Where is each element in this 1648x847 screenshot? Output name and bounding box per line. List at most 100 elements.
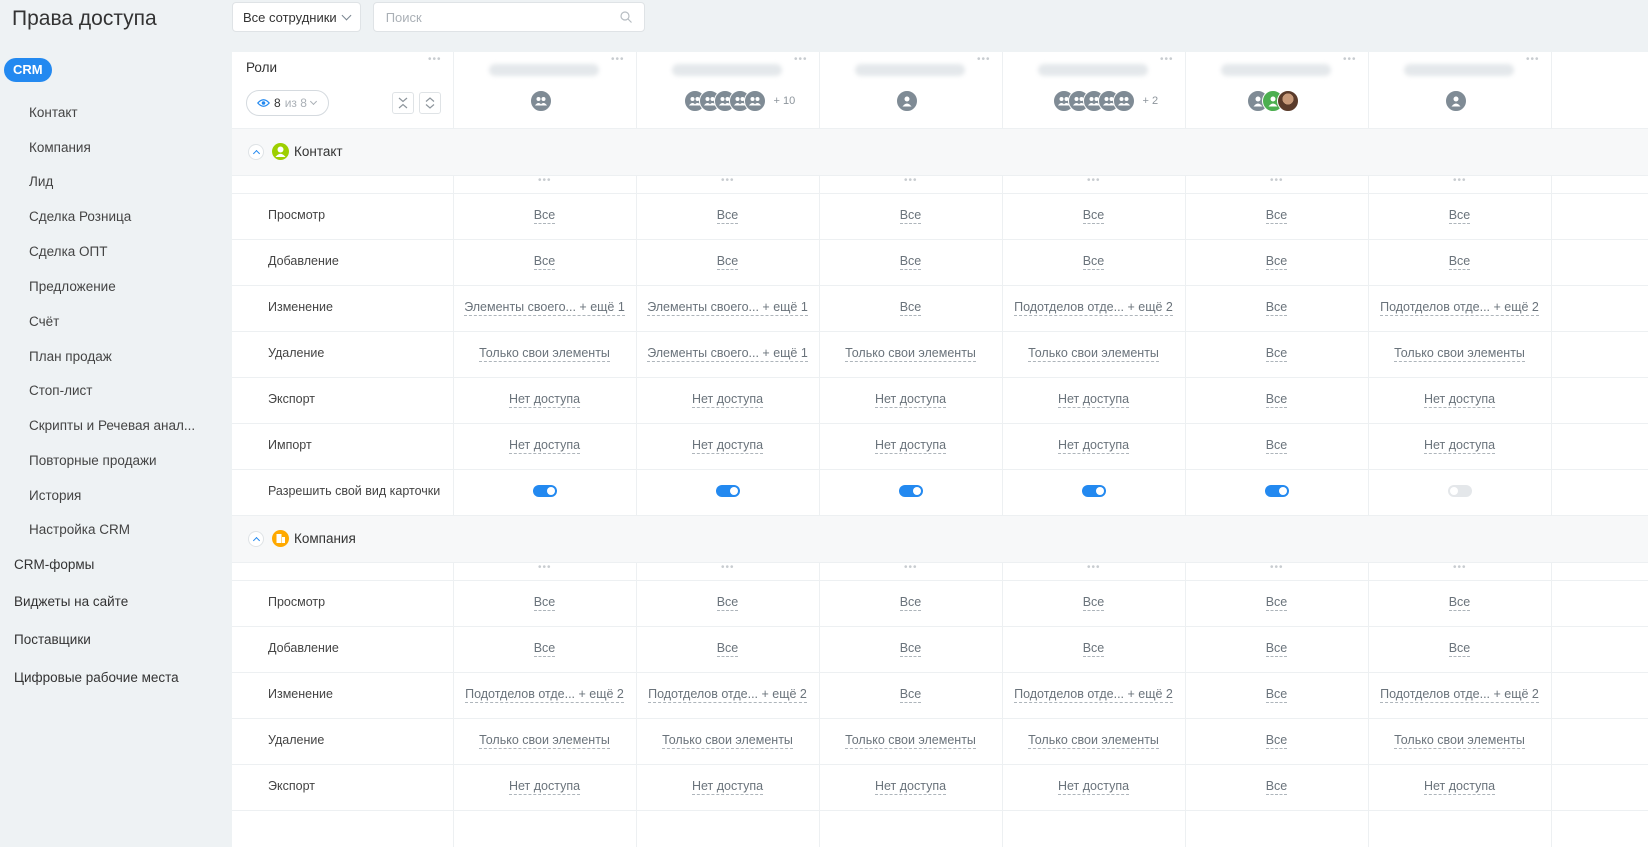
- permission-value-link[interactable]: Все: [1265, 254, 1288, 270]
- permission-value-link[interactable]: Все: [533, 641, 556, 657]
- more-icon[interactable]: •••: [977, 54, 991, 65]
- card-view-toggle[interactable]: [532, 485, 557, 497]
- permission-value-link[interactable]: Все: [899, 300, 922, 316]
- permission-value-link[interactable]: Все: [899, 641, 922, 657]
- employee-filter-dropdown[interactable]: Все сотрудники: [232, 2, 361, 32]
- more-icon[interactable]: •••: [1453, 175, 1467, 186]
- card-view-toggle[interactable]: [1447, 485, 1472, 497]
- more-icon[interactable]: •••: [1270, 175, 1284, 186]
- permission-value-link[interactable]: Только свои элементы: [1394, 733, 1525, 749]
- permission-value-link[interactable]: Все: [1082, 641, 1105, 657]
- permission-value-link[interactable]: Все: [1265, 346, 1288, 362]
- permission-value-link[interactable]: Все: [1265, 595, 1288, 611]
- role-members[interactable]: + 2: [1052, 90, 1158, 112]
- permission-value-link[interactable]: Только свои элементы: [479, 733, 610, 749]
- sidebar-item[interactable]: Счёт: [29, 314, 59, 329]
- permission-value-link[interactable]: Все: [716, 208, 739, 224]
- sidebar-top-item[interactable]: Поставщики: [14, 632, 91, 647]
- permission-value-link[interactable]: Все: [1265, 438, 1288, 454]
- permission-value-link[interactable]: Подотделов отде... + ещё 2: [1014, 687, 1173, 703]
- permission-value-link[interactable]: Подотделов отде... + ещё 2: [1380, 300, 1539, 316]
- role-name-blurred[interactable]: [1404, 64, 1514, 76]
- permission-value-link[interactable]: Все: [716, 595, 739, 611]
- sidebar-item[interactable]: Контакт: [29, 105, 78, 120]
- role-name-blurred[interactable]: [1038, 64, 1148, 76]
- more-icon[interactable]: •••: [904, 175, 918, 186]
- section-header[interactable]: Контакт: [232, 129, 1648, 176]
- more-icon[interactable]: •••: [721, 562, 735, 573]
- role-members[interactable]: [1246, 90, 1307, 112]
- permission-value-link[interactable]: Все: [716, 254, 739, 270]
- role-members[interactable]: [895, 90, 926, 112]
- more-icon[interactable]: •••: [538, 175, 552, 186]
- more-icon[interactable]: •••: [1087, 175, 1101, 186]
- permission-value-link[interactable]: Все: [533, 254, 556, 270]
- collapse-section-icon[interactable]: [248, 531, 264, 547]
- sidebar-item[interactable]: Сделка Розница: [29, 209, 131, 224]
- permission-value-link[interactable]: Подотделов отде... + ещё 2: [648, 687, 807, 703]
- permission-value-link[interactable]: Все: [1265, 779, 1288, 795]
- permission-value-link[interactable]: Нет доступа: [1057, 392, 1130, 408]
- permission-value-link[interactable]: Нет доступа: [874, 392, 947, 408]
- role-name-blurred[interactable]: [855, 64, 965, 76]
- sidebar-top-item[interactable]: Цифровые рабочие места: [14, 670, 179, 685]
- more-icon[interactable]: •••: [721, 175, 735, 186]
- collapse-section-icon[interactable]: [248, 144, 264, 160]
- sidebar-item[interactable]: Скрипты и Речевая анал...: [29, 418, 195, 433]
- permission-value-link[interactable]: Только свои элементы: [479, 346, 610, 362]
- card-view-toggle[interactable]: [898, 485, 923, 497]
- permission-value-link[interactable]: Все: [1265, 733, 1288, 749]
- permission-value-link[interactable]: Нет доступа: [874, 438, 947, 454]
- permission-value-link[interactable]: Нет доступа: [874, 779, 947, 795]
- permission-value-link[interactable]: Все: [899, 687, 922, 703]
- sidebar-item-crm[interactable]: CRM: [4, 58, 52, 82]
- collapse-all-button[interactable]: [392, 92, 414, 114]
- permission-value-link[interactable]: Элементы своего... + ещё 1: [647, 346, 808, 362]
- permission-value-link[interactable]: Все: [1265, 208, 1288, 224]
- card-view-toggle[interactable]: [715, 485, 740, 497]
- permission-value-link[interactable]: Только свои элементы: [845, 346, 976, 362]
- permission-value-link[interactable]: Все: [716, 641, 739, 657]
- permission-value-link[interactable]: Подотделов отде... + ещё 2: [1380, 687, 1539, 703]
- permission-value-link[interactable]: Все: [1448, 641, 1471, 657]
- more-icon[interactable]: •••: [1453, 562, 1467, 573]
- permission-value-link[interactable]: Только свои элементы: [1028, 346, 1159, 362]
- more-icon[interactable]: •••: [1343, 54, 1357, 65]
- search-icon[interactable]: [620, 11, 632, 23]
- permission-value-link[interactable]: Нет доступа: [1423, 779, 1496, 795]
- search-input[interactable]: [373, 3, 618, 31]
- role-members[interactable]: + 10: [683, 90, 795, 112]
- permission-value-link[interactable]: Нет доступа: [1423, 392, 1496, 408]
- sidebar-item[interactable]: Повторные продажи: [29, 453, 157, 468]
- visible-roles-selector[interactable]: 8 из 8: [246, 90, 329, 116]
- sidebar-item[interactable]: Стоп-лист: [29, 383, 92, 398]
- permission-value-link[interactable]: Элементы своего... + ещё 1: [464, 300, 625, 316]
- more-icon[interactable]: •••: [1526, 54, 1540, 65]
- role-name-blurred[interactable]: [672, 64, 782, 76]
- permission-value-link[interactable]: Нет доступа: [508, 779, 581, 795]
- sidebar-top-item[interactable]: Виджеты на сайте: [14, 594, 128, 609]
- permission-value-link[interactable]: Все: [1448, 595, 1471, 611]
- permission-value-link[interactable]: Только свои элементы: [1028, 733, 1159, 749]
- role-name-blurred[interactable]: [489, 64, 599, 76]
- permission-value-link[interactable]: Все: [1082, 208, 1105, 224]
- permission-value-link[interactable]: Нет доступа: [691, 438, 764, 454]
- sidebar-top-item[interactable]: CRM-формы: [14, 557, 94, 572]
- more-icon[interactable]: •••: [538, 562, 552, 573]
- role-members[interactable]: [529, 90, 560, 112]
- more-icon[interactable]: •••: [428, 54, 442, 65]
- permission-value-link[interactable]: Подотделов отде... + ещё 2: [465, 687, 624, 703]
- permission-value-link[interactable]: Нет доступа: [691, 392, 764, 408]
- more-icon[interactable]: •••: [794, 54, 808, 65]
- expand-all-button[interactable]: [419, 92, 441, 114]
- card-view-toggle[interactable]: [1081, 485, 1106, 497]
- sidebar-item[interactable]: Лид: [29, 174, 53, 189]
- section-header[interactable]: Компания: [232, 516, 1648, 563]
- permission-value-link[interactable]: Подотделов отде... + ещё 2: [1014, 300, 1173, 316]
- more-icon[interactable]: •••: [1160, 54, 1174, 65]
- more-icon[interactable]: •••: [1270, 562, 1284, 573]
- permission-value-link[interactable]: Нет доступа: [508, 438, 581, 454]
- more-icon[interactable]: •••: [904, 562, 918, 573]
- permission-value-link[interactable]: Нет доступа: [1057, 779, 1130, 795]
- sidebar-item[interactable]: План продаж: [29, 349, 112, 364]
